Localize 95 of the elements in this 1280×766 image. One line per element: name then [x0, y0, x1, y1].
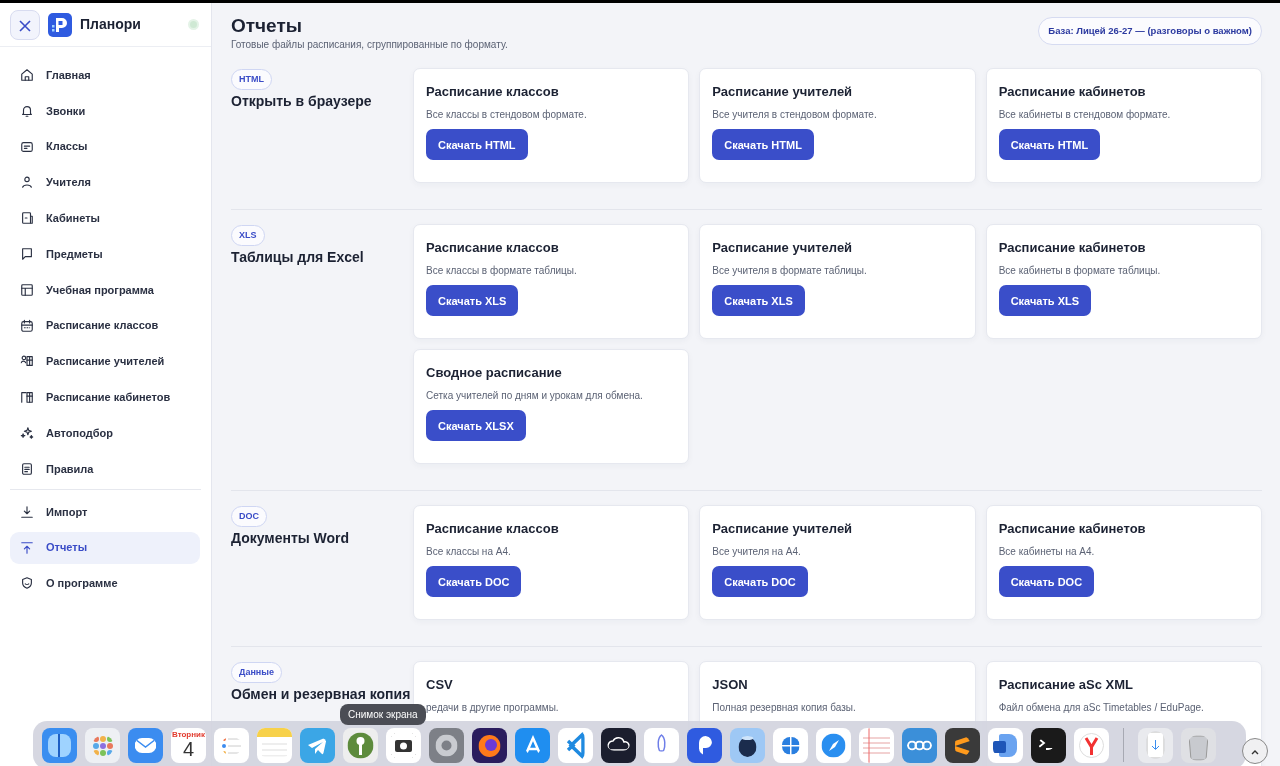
code-icon[interactable]: [558, 727, 593, 763]
format-badge: XLS: [231, 224, 265, 247]
card-icon: [20, 139, 34, 154]
person-icon: [20, 175, 34, 190]
card-description: Файл обмена для aSc Timetables / EduPage.: [998, 701, 1205, 716]
download-button[interactable]: Скачать XLS: [998, 285, 1092, 317]
download-button[interactable]: Скачать XLSX: [426, 410, 526, 442]
card-description: Полная резервная копия базы.: [712, 701, 857, 716]
card-description: Все кабинеты в формате таблицы.: [998, 264, 1162, 279]
rings-icon[interactable]: [902, 727, 937, 763]
close-button[interactable]: [10, 9, 40, 40]
card-description: Все учителя на А4.: [712, 545, 802, 560]
sidebar-item[interactable]: Отчеты: [10, 531, 200, 564]
card-title: Расписание классов: [426, 82, 560, 101]
bell-icon: [20, 103, 34, 118]
card-title: Расписание учителей: [712, 82, 854, 101]
card-title: Расписание классов: [426, 519, 560, 538]
app-name: Планори: [80, 15, 142, 34]
card-description: Все кабинеты в стендовом формате.: [998, 108, 1172, 123]
sparkles-icon: [20, 425, 34, 440]
card-title: Расписание кабинетов: [998, 238, 1147, 257]
gear-icon[interactable]: [429, 727, 464, 763]
card-description: Сетка учителей по дням и урокам для обмена.: [426, 389, 644, 404]
door-icon: [20, 211, 34, 226]
door-grid-icon: [20, 390, 34, 405]
house-icon: [20, 68, 34, 82]
card-title: Расписание учителей: [712, 519, 854, 538]
card-description: Все классы в формате таблицы.: [426, 264, 578, 279]
sidebar-item[interactable]: Расписание классов: [10, 309, 200, 342]
paper-plane-icon[interactable]: [300, 727, 335, 763]
envelope-icon[interactable]: [128, 727, 163, 763]
camera-icon[interactable]: [386, 727, 421, 763]
format-badge: DOC: [231, 505, 267, 528]
download-button[interactable]: Скачать XLS: [426, 285, 519, 317]
sidebar-item[interactable]: Автоподбор: [10, 416, 200, 449]
card-title: Расписание классов: [426, 238, 560, 257]
sidebar-item[interactable]: Предметы: [10, 238, 200, 270]
card-description: Все учителя в формате таблицы.: [712, 264, 868, 279]
card-description: Все классы на А4.: [426, 545, 512, 560]
card-title: Расписание кабинетов: [998, 82, 1147, 101]
sidebar-item[interactable]: Расписание учителей: [10, 345, 200, 378]
section-title: Документы Word: [231, 530, 350, 548]
letter-y-icon[interactable]: [1074, 727, 1109, 763]
download-icon: [20, 504, 34, 519]
card-title: JSON: [712, 675, 749, 694]
download-button[interactable]: Скачать HTML: [998, 129, 1101, 161]
section-title: Обмен и резервная копия: [231, 686, 411, 704]
person-grid-icon: [20, 354, 34, 369]
sidebar-item[interactable]: Главная: [10, 59, 200, 91]
sidebar-item[interactable]: Кабинеты: [10, 202, 200, 235]
card-title: Расписание кабинетов: [998, 519, 1147, 538]
letter-a-icon[interactable]: [515, 727, 550, 763]
sidebar-item[interactable]: Звонки: [10, 94, 200, 127]
section-title: Таблицы для Excel: [231, 249, 364, 267]
page-title: Отчеты: [231, 16, 303, 37]
card-title: CSV: [426, 675, 454, 694]
key-icon[interactable]: [343, 727, 378, 763]
card-title: Сводное расписание: [426, 363, 563, 382]
upload-icon: [20, 540, 34, 555]
card-title: Расписание aSc XML: [998, 675, 1134, 694]
windows-icon[interactable]: [773, 727, 808, 763]
sidebar-item[interactable]: Учебная программа: [10, 273, 200, 306]
card-title: Расписание учителей: [712, 238, 854, 257]
sidebar-item[interactable]: Импорт: [10, 495, 200, 528]
card-description: редачи в другие программы.: [426, 701, 560, 716]
page-subtitle: Готовые файлы расписания, сгруппированные по формату.: [231, 37, 508, 52]
compass-icon[interactable]: [816, 727, 851, 763]
shield-icon: [20, 576, 34, 591]
grid-icon[interactable]: [85, 727, 120, 763]
table-icon: [20, 282, 34, 297]
close-icon: [19, 19, 31, 32]
card-description: Все классы в стендовом формате.: [426, 108, 588, 123]
format-badge: Данные: [231, 661, 282, 684]
download-button[interactable]: Скачать HTML: [426, 129, 528, 161]
download-button[interactable]: Скачать HTML: [712, 129, 814, 161]
section-title: Открыть в браузере: [231, 93, 372, 111]
sidebar-item[interactable]: Правила: [10, 452, 200, 485]
calendar-icon[interactable]: Вторник 4: [171, 727, 206, 763]
card-description: Все учителя в стендовом формате.: [712, 108, 878, 123]
download-button[interactable]: Скачать DOC: [712, 566, 808, 598]
format-badge: HTML: [231, 68, 272, 91]
tooltip: Снимок экрана: [340, 704, 426, 725]
card-description: Все кабинеты на А4.: [998, 545, 1096, 560]
sidebar-item[interactable]: Расписание кабинетов: [10, 381, 200, 414]
database-badge: База: Лицей 26-27 — (разговоры о важном): [1038, 17, 1262, 46]
speech-bubble-icon: [20, 247, 34, 261]
download-button[interactable]: Скачать XLS: [712, 285, 805, 317]
status-icon: [188, 19, 199, 30]
sidebar-item[interactable]: О программе: [10, 567, 200, 600]
download-button[interactable]: Скачать DOC: [426, 566, 522, 598]
sidebar-item[interactable]: Классы: [10, 130, 200, 163]
calendar-icon: [20, 318, 34, 333]
terminal-icon[interactable]: [1031, 727, 1066, 763]
sidebar-item[interactable]: Учителя: [10, 166, 200, 199]
download-button[interactable]: Скачать DOC: [998, 566, 1095, 598]
